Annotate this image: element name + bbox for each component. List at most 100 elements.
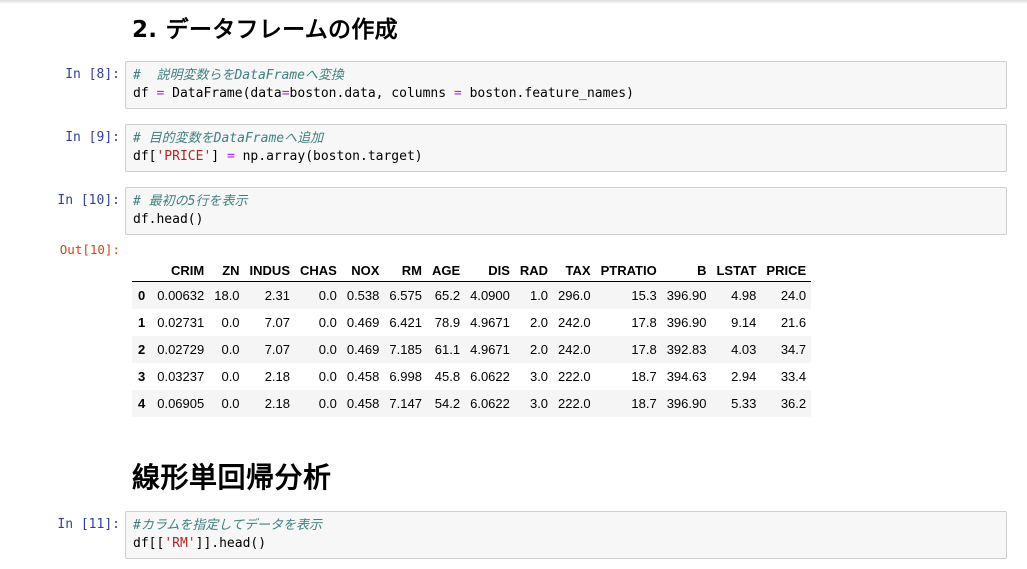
table-cell: 0.00632 bbox=[157, 288, 205, 303]
table-cell: 0.458 bbox=[346, 396, 380, 411]
table-cell: 5.33 bbox=[731, 396, 757, 411]
code-comment: # 最初の5行を表示 bbox=[133, 194, 248, 209]
top-shadow bbox=[0, 0, 1027, 4]
column-header: PRICE bbox=[766, 262, 807, 278]
table-cell: 0.0 bbox=[318, 342, 337, 357]
table-cell: 24.0 bbox=[780, 288, 807, 303]
column-header: NOX bbox=[351, 262, 380, 278]
table-cell: 394.63 bbox=[666, 369, 707, 384]
column-header: ZN bbox=[222, 262, 240, 278]
table-cell: 9.14 bbox=[731, 315, 757, 330]
column-header: B bbox=[697, 262, 707, 278]
table-cell: 0.538 bbox=[346, 288, 380, 303]
table-cell: 222.0 bbox=[558, 396, 591, 411]
table-cell: 18.7 bbox=[631, 369, 657, 384]
row-index: 4 bbox=[138, 396, 146, 411]
input-prompt-8: In [8]: bbox=[65, 67, 120, 82]
table-cell: 6.575 bbox=[389, 288, 422, 303]
column-header: CRIM bbox=[171, 262, 205, 278]
table-cell: 0.0 bbox=[318, 369, 337, 384]
code-cell-11[interactable]: #カラムを指定してデータを表示 df[['RM']].head() bbox=[125, 511, 1007, 559]
table-header-row: CRIM ZN INDUS CHAS NOX RM AGE DIS RAD TAX PTRATIO B… bbox=[132, 259, 812, 282]
table-cell: 396.90 bbox=[666, 288, 707, 303]
table-cell: 222.0 bbox=[558, 369, 591, 384]
table-cell: 6.998 bbox=[389, 369, 422, 384]
row-index: 3 bbox=[138, 369, 146, 384]
dataframe-table: CRIM ZN INDUS CHAS NOX RM AGE DIS RAD TAX PTRATIO B… bbox=[132, 259, 812, 417]
table-cell: 2.18 bbox=[264, 369, 290, 384]
column-header: INDUS bbox=[249, 262, 290, 278]
column-header: DIS bbox=[488, 262, 510, 278]
table-cell: 7.07 bbox=[264, 315, 290, 330]
code-cell-10[interactable]: # 最初の5行を表示 df.head() bbox=[125, 187, 1007, 235]
code-cell-8[interactable]: # 説明変数らをDataFrameへ変換 df = DataFrame(data… bbox=[125, 61, 1007, 109]
column-header: TAX bbox=[565, 262, 591, 278]
table-cell: 0.03237 bbox=[157, 369, 205, 384]
table-cell: 18.0 bbox=[214, 288, 240, 303]
table-cell: 4.9671 bbox=[470, 342, 510, 357]
output-prompt-10: Out[10]: bbox=[59, 242, 120, 257]
table-cell: 45.8 bbox=[434, 369, 461, 384]
table-row: 0 0.00632 18.0 2.31 0.0 0.538 6.575 65.2 4.0900 1… bbox=[132, 281, 812, 309]
row-index: 2 bbox=[138, 342, 146, 357]
input-prompt-9: In [9]: bbox=[65, 130, 120, 145]
table-cell: 2.94 bbox=[731, 369, 757, 384]
index-header bbox=[132, 259, 152, 282]
section-title-create-dataframe: 2. データフレームの作成 bbox=[132, 17, 398, 43]
table-cell: 2.0 bbox=[529, 342, 549, 357]
column-header: CHAS bbox=[300, 262, 337, 278]
column-header: PTRATIO bbox=[600, 262, 657, 278]
code-line: df['PRICE'] = np.array(boston.target) bbox=[133, 149, 423, 164]
table-row: 4 0.06905 0.0 2.18 0.0 0.458 7.147 54.2 6.0622 3.… bbox=[132, 390, 812, 417]
table-cell: 0.0 bbox=[221, 396, 240, 411]
column-header: RAD bbox=[519, 262, 549, 278]
table-cell: 0.02731 bbox=[157, 315, 205, 330]
table-cell: 396.90 bbox=[666, 315, 707, 330]
column-header: LSTAT bbox=[716, 262, 757, 278]
table-cell: 34.7 bbox=[780, 342, 807, 357]
table-cell: 396.90 bbox=[666, 396, 707, 411]
table-cell: 61.1 bbox=[434, 342, 461, 357]
table-cell: 7.07 bbox=[264, 342, 290, 357]
table-row: 1 0.02731 0.0 7.07 0.0 0.469 6.421 78.9 4.9671 2.… bbox=[132, 309, 811, 336]
table-cell: 6.421 bbox=[389, 315, 422, 330]
code-comment: # 目的変数をDataFrameへ追加 bbox=[133, 131, 324, 146]
table-cell: 54.2 bbox=[434, 396, 461, 411]
code-line: df.head() bbox=[133, 212, 204, 227]
table-cell: 0.02729 bbox=[157, 342, 205, 357]
table-cell: 296.0 bbox=[558, 288, 591, 303]
row-index: 0 bbox=[138, 288, 146, 303]
table-cell: 4.0900 bbox=[470, 288, 510, 303]
column-header: RM bbox=[401, 262, 422, 278]
table-cell: 3.0 bbox=[529, 369, 549, 384]
code-line: df[['RM']].head() bbox=[133, 536, 267, 551]
section-title-linear-regression: 線形単回帰分析 bbox=[132, 461, 332, 494]
code-cell-9[interactable]: # 目的変数をDataFrameへ追加 df['PRICE'] = np.arr… bbox=[125, 124, 1007, 172]
table-cell: 21.6 bbox=[780, 315, 807, 330]
table-cell: 33.4 bbox=[780, 369, 807, 384]
table-cell: 0.0 bbox=[318, 315, 337, 330]
code-comment: #カラムを指定してデータを表示 bbox=[133, 518, 323, 533]
table-cell: 2.31 bbox=[264, 288, 290, 303]
table-cell: 2.0 bbox=[529, 315, 549, 330]
table-cell: 6.0622 bbox=[470, 369, 510, 384]
table-cell: 36.2 bbox=[780, 396, 807, 411]
table-cell: 65.2 bbox=[434, 288, 461, 303]
table-cell: 242.0 bbox=[558, 342, 591, 357]
table-cell: 1.0 bbox=[529, 288, 549, 303]
table-row: 3 0.03237 0.0 2.18 0.0 0.458 6.998 45.8 6.0622 3.… bbox=[132, 363, 811, 390]
table-cell: 4.98 bbox=[731, 288, 757, 303]
table-cell: 4.03 bbox=[731, 342, 757, 357]
table-cell: 7.147 bbox=[389, 396, 422, 411]
table-row: 2 0.02729 0.0 7.07 0.0 0.469 7.185 61.1 4.9671 2.… bbox=[132, 336, 812, 363]
table-cell: 6.0622 bbox=[470, 396, 510, 411]
input-prompt-11: In [11]: bbox=[57, 517, 120, 532]
code-comment: # 説明変数らをDataFrameへ変換 bbox=[133, 68, 344, 83]
table-cell: 0.0 bbox=[221, 369, 240, 384]
table-cell: 0.0 bbox=[318, 288, 337, 303]
table-cell: 0.0 bbox=[221, 342, 240, 357]
table-cell: 15.3 bbox=[631, 288, 657, 303]
table-cell: 3.0 bbox=[529, 396, 549, 411]
table-cell: 0.06905 bbox=[157, 396, 205, 411]
table-cell: 0.469 bbox=[346, 315, 380, 330]
